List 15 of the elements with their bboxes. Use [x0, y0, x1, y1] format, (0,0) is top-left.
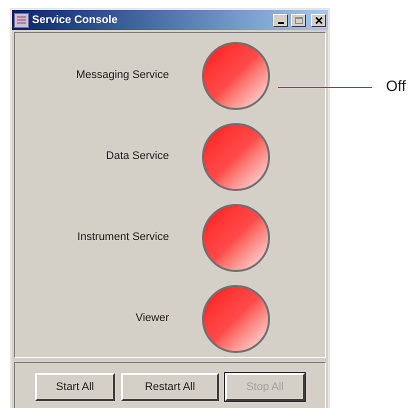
maximize-icon — [294, 16, 302, 24]
minimize-icon — [278, 22, 284, 24]
close-icon — [314, 16, 322, 24]
window-title: Service Console — [32, 12, 119, 28]
service-label: Messaging Service — [75, 68, 169, 84]
close-button[interactable] — [311, 14, 326, 26]
callout-label: Off — [386, 77, 406, 97]
service-label: Instrument Service — [76, 230, 169, 246]
app-icon — [14, 12, 29, 28]
service-label: Viewer — [134, 311, 169, 326]
maximize-button[interactable] — [291, 14, 306, 26]
service-label: Data Service — [105, 149, 169, 164]
action-button[interactable]: Restart All — [121, 373, 219, 401]
minimize-button[interactable] — [273, 14, 288, 26]
action-button[interactable]: Start All — [35, 373, 115, 401]
